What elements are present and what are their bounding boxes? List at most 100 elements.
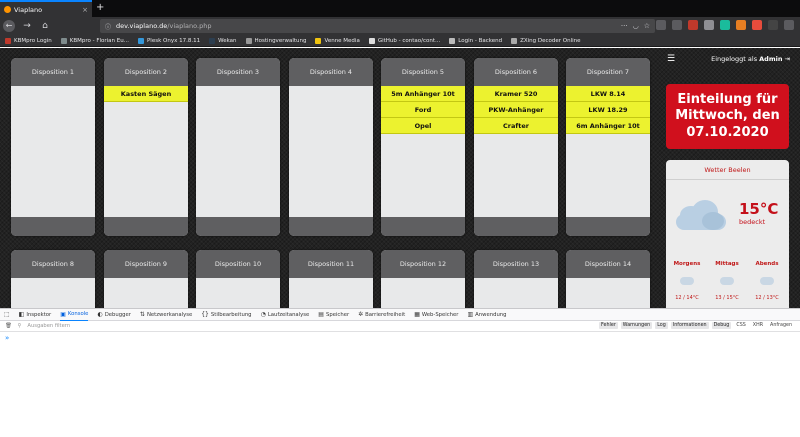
assignment-item[interactable]: 5m Anhänger 10t bbox=[381, 86, 465, 102]
disposition-card[interactable]: Disposition 13 bbox=[474, 250, 558, 308]
info-icon[interactable]: ⓘ bbox=[105, 22, 111, 31]
devtools-tab[interactable]: ▥ Anwendung bbox=[467, 311, 506, 318]
pick-element-icon[interactable]: ⬚ bbox=[4, 311, 10, 318]
filter-icon: ⚲ bbox=[17, 323, 22, 329]
bookmark-item[interactable]: Wekan bbox=[209, 37, 237, 44]
extension-dark-icon[interactable] bbox=[768, 20, 778, 30]
bookmark-star-icon[interactable]: ☆ bbox=[644, 22, 650, 30]
disposition-dropzone[interactable]: 5m Anhänger 10t Ford Opel bbox=[381, 86, 465, 217]
assignment-item[interactable]: 6m Anhänger 10t bbox=[566, 118, 650, 134]
disposition-card[interactable]: Disposition 8 bbox=[11, 250, 95, 308]
assignment-item[interactable]: Kasten Sägen bbox=[104, 86, 188, 102]
tab-close-icon[interactable]: × bbox=[82, 6, 88, 14]
devtools-tab[interactable]: {} Stilbearbeitung bbox=[201, 311, 251, 318]
disposition-card[interactable]: Disposition 4 bbox=[289, 58, 373, 236]
disposition-dropzone[interactable]: LKW 8.14 LKW 18.29 6m Anhänger 10t bbox=[566, 86, 650, 217]
assignment-item[interactable]: LKW 18.29 bbox=[566, 102, 650, 118]
console-level-filter[interactable]: Fehler bbox=[599, 322, 618, 329]
assignment-item[interactable]: Crafter bbox=[474, 118, 558, 134]
disposition-card[interactable]: Disposition 11 bbox=[289, 250, 373, 308]
disposition-card[interactable]: Disposition 10 bbox=[196, 250, 280, 308]
disposition-dropzone[interactable] bbox=[196, 86, 280, 217]
devtools-tab[interactable]: ▤ Speicher bbox=[318, 311, 349, 318]
console-type-filter[interactable]: CSS bbox=[734, 322, 747, 329]
disposition-card[interactable]: Disposition 3 bbox=[196, 58, 280, 236]
back-button[interactable]: ← bbox=[3, 20, 15, 32]
trash-icon[interactable]: 🗑 bbox=[5, 323, 12, 329]
disposition-dropzone[interactable] bbox=[104, 278, 188, 308]
menu-icon[interactable] bbox=[784, 20, 794, 30]
devtools-tab-label: Inspektor bbox=[26, 311, 52, 318]
disposition-title: Disposition 2 bbox=[104, 58, 188, 86]
console-level-filter[interactable]: Debug bbox=[711, 322, 732, 329]
disposition-dropzone[interactable]: Kramer 520 PKW-Anhänger Crafter bbox=[474, 86, 558, 217]
bookmark-item[interactable]: Venne Media bbox=[315, 37, 360, 44]
disposition-card[interactable]: Disposition 12 bbox=[381, 250, 465, 308]
console-level-filter[interactable]: Informationen bbox=[670, 322, 709, 329]
extension-gray-icon[interactable] bbox=[704, 20, 714, 30]
disposition-card[interactable]: Disposition 14 bbox=[566, 250, 650, 308]
disposition-dropzone[interactable]: Kasten Sägen bbox=[104, 86, 188, 217]
bookmark-item[interactable]: GitHub - contao/cont... bbox=[368, 37, 440, 44]
new-tab-button[interactable]: + bbox=[96, 2, 104, 13]
login-status: Eingeloggt als Admin ⇥ bbox=[711, 55, 790, 63]
devtools-tab[interactable]: ◐ Debugger bbox=[97, 311, 130, 318]
console-prompt[interactable]: » bbox=[5, 334, 9, 342]
logout-icon[interactable]: ⇥ bbox=[785, 55, 790, 63]
bookmark-item[interactable]: ZXing Decoder Online bbox=[511, 37, 581, 44]
devtools-tab[interactable]: ⇅ Netzwerkanalyse bbox=[140, 311, 192, 318]
disposition-dropzone[interactable] bbox=[11, 278, 95, 308]
console-level-filter[interactable]: Warnungen bbox=[620, 322, 653, 329]
disposition-card[interactable]: Disposition 5 5m Anhänger 10t Ford Opel bbox=[381, 58, 465, 236]
assignment-item[interactable]: Kramer 520 bbox=[474, 86, 558, 102]
library-icon[interactable] bbox=[656, 20, 666, 30]
disposition-card[interactable]: Disposition 9 bbox=[104, 250, 188, 308]
devtools-tab[interactable]: ◧ Inspektor bbox=[19, 311, 52, 318]
extension-teal-icon[interactable] bbox=[720, 20, 730, 30]
disposition-card[interactable]: Disposition 1 bbox=[11, 58, 95, 236]
assignment-item[interactable]: LKW 8.14 bbox=[566, 86, 650, 102]
console-level-filter[interactable]: Log bbox=[655, 322, 668, 329]
console-icon: ▣ bbox=[60, 310, 66, 318]
assignment-item[interactable]: PKW-Anhänger bbox=[474, 102, 558, 118]
bookmark-item[interactable]: KBMpro - Florian Eu... bbox=[60, 37, 129, 44]
forward-button[interactable]: → bbox=[21, 21, 33, 31]
assignment-item[interactable]: Opel bbox=[381, 118, 465, 134]
disposition-card[interactable]: Disposition 6 Kramer 520 PKW-Anhänger Craft… bbox=[474, 58, 558, 236]
assignment-item[interactable]: Ford bbox=[381, 102, 465, 118]
bookmark-item[interactable]: Hostingverwaltung bbox=[245, 37, 306, 44]
disposition-card[interactable]: Disposition 7 LKW 8.14 LKW 18.29 6m Anhänge… bbox=[566, 58, 650, 236]
devtools-tab[interactable]: ◔ Laufzeitanalyse bbox=[261, 311, 310, 318]
disposition-footer bbox=[104, 217, 188, 236]
disposition-dropzone[interactable] bbox=[196, 278, 280, 308]
disposition-dropzone[interactable] bbox=[289, 86, 373, 217]
disposition-title: Disposition 5 bbox=[381, 58, 465, 86]
extension-red2-icon[interactable] bbox=[752, 20, 762, 30]
browser-tab[interactable]: Viaplano × bbox=[0, 0, 92, 17]
pocket-icon[interactable]: ◡ bbox=[633, 22, 639, 30]
devtools-tab[interactable]: ▦ Web-Speicher bbox=[414, 311, 458, 318]
console-filter-input[interactable]: Ausgaben filtern bbox=[27, 323, 70, 329]
disposition-card[interactable]: Disposition 2 Kasten Sägen bbox=[104, 58, 188, 236]
bookmark-item[interactable]: Plesk Onyx 17.8.11 bbox=[137, 37, 200, 44]
sidebar-icon[interactable] bbox=[672, 20, 682, 30]
disposition-dropzone[interactable] bbox=[381, 278, 465, 308]
extension-red-icon[interactable] bbox=[688, 20, 698, 30]
disposition-title: Disposition 8 bbox=[11, 250, 95, 278]
console-type-filter[interactable]: Anfragen bbox=[768, 322, 794, 329]
disposition-dropzone[interactable] bbox=[11, 86, 95, 217]
home-button[interactable]: ⌂ bbox=[39, 21, 51, 31]
disposition-dropzone[interactable] bbox=[289, 278, 373, 308]
url-bar[interactable]: ⓘ dev.viaplano.de/viaplano.php ··· ◡ ☆ bbox=[100, 19, 655, 33]
disposition-dropzone[interactable] bbox=[474, 278, 558, 308]
bookmark-item[interactable]: Login - Backend bbox=[449, 37, 502, 44]
devtools-panel: ⬚ ◧ Inspektor ▣ Konsole ◐ Debugger ⇅ Netzwerkan… bbox=[0, 308, 800, 437]
devtools-tab[interactable]: ✲ Barrierefreiheit bbox=[358, 311, 405, 318]
devtools-tab[interactable]: ▣ Konsole bbox=[60, 309, 89, 321]
console-type-filter[interactable]: XHR bbox=[751, 322, 765, 329]
hamburger-menu-icon[interactable]: ☰ bbox=[667, 54, 675, 64]
disposition-dropzone[interactable] bbox=[566, 278, 650, 308]
extension-orange-icon[interactable] bbox=[736, 20, 746, 30]
more-actions-icon[interactable]: ··· bbox=[621, 22, 628, 30]
bookmark-item[interactable]: KBMpro Login bbox=[5, 37, 52, 44]
